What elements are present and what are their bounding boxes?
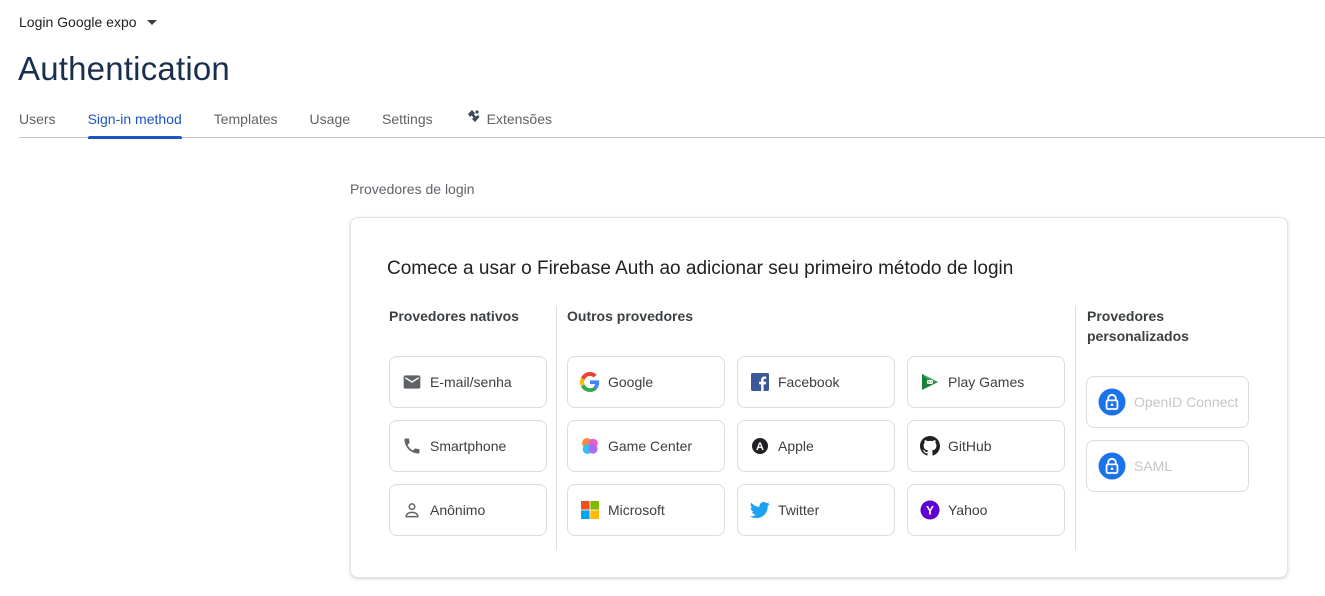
lock-icon (1098, 388, 1126, 416)
yahoo-icon: Y (920, 500, 940, 520)
provider-label: Twitter (778, 502, 820, 518)
provider-anonymous-button[interactable]: Anônimo (389, 484, 547, 536)
person-icon (402, 500, 422, 520)
provider-email-button[interactable]: E-mail/senha (389, 356, 547, 408)
provider-facebook-button[interactable]: Facebook (737, 356, 895, 408)
tab-settings[interactable]: Settings (382, 100, 433, 138)
providers-card: Comece a usar o Firebase Auth ao adicion… (350, 217, 1288, 578)
tab-sign-in-method[interactable]: Sign-in method (87, 100, 182, 139)
tab-extensions[interactable]: Extensões (465, 100, 552, 138)
play-games-icon (920, 372, 940, 392)
custom-providers-heading-line1: Provedores (1087, 308, 1165, 324)
tab-label: Templates (213, 111, 278, 127)
project-name: Login Google expo (19, 14, 137, 30)
extensions-icon (465, 102, 481, 136)
email-icon (402, 372, 422, 392)
column-divider (1075, 306, 1076, 550)
provider-label: Yahoo (948, 502, 988, 518)
native-providers-column: Provedores nativos (389, 306, 547, 326)
provider-google-button[interactable]: Google (567, 356, 725, 408)
tab-usage[interactable]: Usage (310, 100, 350, 138)
provider-label: Google (608, 374, 654, 390)
provider-label: Play Games (948, 374, 1025, 390)
tab-label: Settings (382, 111, 433, 127)
tab-label: Users (19, 111, 56, 127)
tab-label: Usage (309, 111, 351, 127)
native-providers-heading: Provedores nativos (389, 308, 519, 324)
provider-openid-connect-button[interactable]: OpenID Connect (1086, 376, 1249, 428)
microsoft-icon (580, 500, 600, 520)
svg-text:A: A (756, 441, 764, 453)
game-center-icon (580, 436, 600, 456)
apple-icon: A (750, 436, 770, 456)
tab-users[interactable]: Users (19, 100, 56, 138)
chevron-down-icon (146, 20, 157, 25)
custom-providers-column: Provedores personalizados (1087, 306, 1252, 346)
tab-bar: Users Sign-in method Templates Usage Set… (19, 100, 1325, 139)
custom-providers-heading-line2: personalizados (1087, 328, 1189, 344)
provider-label: GitHub (948, 438, 992, 454)
provider-phone-button[interactable]: Smartphone (389, 420, 547, 472)
google-icon (580, 372, 600, 392)
provider-label: SAML (1134, 458, 1173, 474)
provider-game-center-button[interactable]: Game Center (567, 420, 725, 472)
provider-label: Anônimo (430, 502, 486, 518)
provider-label: Smartphone (430, 438, 507, 454)
provider-label: Game Center (608, 438, 693, 454)
provider-play-games-button[interactable]: Play Games (907, 356, 1065, 408)
provider-label: OpenID Connect (1134, 394, 1239, 410)
provider-github-button[interactable]: GitHub (907, 420, 1065, 472)
lock-icon (1098, 452, 1126, 480)
column-divider (556, 306, 557, 550)
twitter-icon (750, 500, 770, 520)
github-icon (920, 436, 940, 456)
provider-label: Microsoft (608, 502, 665, 518)
tab-templates[interactable]: Templates (214, 100, 278, 138)
provider-yahoo-button[interactable]: Y Yahoo (907, 484, 1065, 536)
provider-label: E-mail/senha (430, 374, 512, 390)
provider-label: Facebook (778, 374, 840, 390)
provider-saml-button[interactable]: SAML (1086, 440, 1249, 492)
provider-apple-button[interactable]: A Apple (737, 420, 895, 472)
page-title: Authentication (18, 50, 230, 87)
tab-label: Sign-in method (87, 111, 182, 127)
other-providers-heading: Outros provedores (567, 308, 694, 324)
facebook-icon (750, 372, 770, 392)
provider-label: Apple (778, 438, 814, 454)
project-switcher[interactable]: Login Google expo (19, 14, 157, 30)
phone-icon (402, 436, 422, 456)
svg-text:Y: Y (926, 503, 934, 517)
provider-microsoft-button[interactable]: Microsoft (567, 484, 725, 536)
card-title: Comece a usar o Firebase Auth ao adicion… (387, 258, 1014, 279)
tab-label: Extensões (486, 111, 552, 127)
section-label: Provedores de login (350, 181, 475, 197)
provider-twitter-button[interactable]: Twitter (737, 484, 895, 536)
other-providers-column: Outros provedores (567, 306, 1067, 326)
